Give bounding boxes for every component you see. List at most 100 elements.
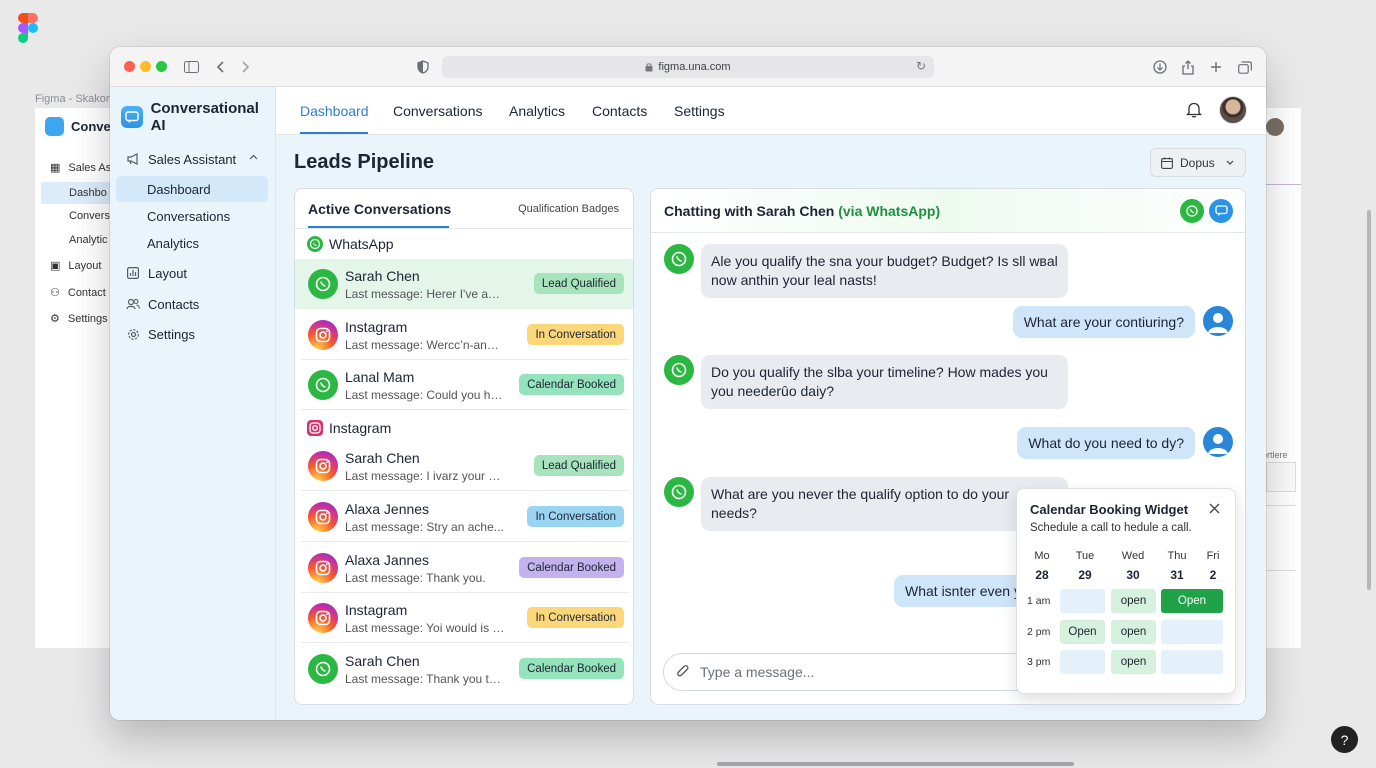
conversation-row[interactable]: Sarah Chen Last message: Herer I've ann.…: [295, 259, 633, 309]
last-message: Last message: Wercc’n-anna...: [345, 338, 505, 352]
background-nav-dashboard: Dashbo: [41, 182, 115, 204]
background-nav-analytics: Analytic: [69, 234, 108, 246]
figma-logo-icon[interactable]: [18, 13, 38, 43]
sidebar-item-dashboard[interactable]: Dashboard: [116, 176, 268, 202]
tab-conversations[interactable]: Conversations: [393, 103, 483, 119]
time-slot[interactable]: [1060, 650, 1105, 674]
time-slot-open[interactable]: open: [1111, 650, 1156, 674]
sidebar-item-analytics[interactable]: Analytics: [116, 230, 268, 256]
tab-analytics[interactable]: Analytics: [509, 103, 565, 119]
paperclip-icon[interactable]: [676, 664, 690, 680]
new-tab-icon[interactable]: [1207, 58, 1225, 76]
conversation-row[interactable]: Sarah Chen Last message: Thank you to ..…: [301, 644, 629, 694]
sidebar-toggle-icon[interactable]: [182, 58, 200, 76]
download-icon[interactable]: [1151, 58, 1169, 76]
time-slot-open[interactable]: open: [1111, 589, 1156, 613]
instagram-avatar-icon: [308, 603, 338, 633]
instagram-avatar-icon: [308, 502, 338, 532]
last-message: Last message: Thank you.: [345, 571, 486, 585]
chat-bubble-icon[interactable]: [1209, 199, 1233, 223]
close-window-button[interactable]: [124, 61, 135, 72]
whatsapp-avatar-icon: [664, 244, 694, 274]
instagram-avatar-icon: [308, 553, 338, 583]
close-icon[interactable]: [1209, 501, 1223, 515]
outgoing-message: What do you need to dy?: [1017, 427, 1195, 459]
sidebar-item-contacts[interactable]: Contacts: [116, 291, 268, 317]
sidebar-item-conversations[interactable]: Conversations: [116, 203, 268, 229]
incoming-message: Do you qualify the slba your timeline? H…: [701, 355, 1068, 409]
chevron-up-icon[interactable]: [249, 152, 258, 163]
horizontal-scrollbar[interactable]: [717, 762, 1074, 766]
background-nav-layout: ▣ Layout: [50, 259, 102, 273]
time-label: 3 pm: [1027, 656, 1051, 668]
status-badge: In Conversation: [527, 506, 624, 527]
status-badge: Lead Qualified: [533, 455, 624, 476]
time-slot-open[interactable]: Open: [1060, 620, 1105, 644]
time-slot[interactable]: [1060, 589, 1105, 613]
list-title[interactable]: Active Conversations: [308, 201, 451, 217]
contact-name: Sarah Chen: [345, 653, 420, 669]
date-label: 29: [1078, 568, 1092, 582]
conversation-row[interactable]: Instagram Last message: Wercc’n-anna... …: [301, 310, 629, 360]
time-slot[interactable]: [1161, 650, 1223, 674]
minimize-window-button[interactable]: [140, 61, 151, 72]
whatsapp-avatar-icon: [308, 370, 338, 400]
conversation-row[interactable]: Alaxa Jannes Last message: Thank you. Ca…: [301, 543, 629, 593]
help-button[interactable]: ?: [1331, 726, 1358, 753]
brand: Conversational AI: [121, 100, 275, 134]
instagram-icon: [307, 420, 323, 436]
time-slot-open-selected[interactable]: Open: [1161, 589, 1223, 613]
qualification-badges-tab[interactable]: Qualification Badges: [518, 203, 619, 215]
forward-icon[interactable]: [237, 58, 255, 76]
whatsapp-avatar-icon: [308, 269, 338, 299]
background-app-title: Conver: [45, 117, 116, 136]
group-instagram: Instagram: [307, 420, 391, 436]
time-label: 2 pm: [1027, 626, 1051, 638]
last-message: Last message: Stry an ache...: [345, 520, 504, 534]
list-tab-indicator: [308, 226, 449, 228]
user-avatar[interactable]: [1219, 96, 1247, 124]
sidebar-item-settings[interactable]: Settings: [116, 321, 268, 347]
whatsapp-icon: [307, 236, 323, 252]
tab-settings[interactable]: Settings: [674, 103, 725, 119]
time-slot[interactable]: [1161, 620, 1223, 644]
conversation-row[interactable]: Instagram Last message: Yoi would is a..…: [301, 593, 629, 643]
message-input[interactable]: [700, 664, 1000, 680]
tab-dashboard[interactable]: Dashboard: [300, 103, 369, 119]
page-title: Leads Pipeline: [294, 151, 435, 173]
period-dropdown[interactable]: Dopus: [1150, 148, 1246, 177]
whatsapp-channel-icon[interactable]: [1180, 199, 1204, 223]
conversation-row[interactable]: Alaxa Jennes Last message: Stry an ache.…: [301, 492, 629, 542]
contact-name: Instagram: [345, 319, 408, 335]
back-icon[interactable]: [211, 58, 229, 76]
active-conversations-panel: Active Conversations Qualification Badge…: [294, 188, 634, 705]
reload-icon[interactable]: ↻: [916, 59, 926, 73]
weekday-label: Tue: [1075, 550, 1095, 562]
share-icon[interactable]: [1179, 58, 1197, 76]
status-badge: Calendar Booked: [519, 557, 624, 578]
bell-icon[interactable]: [1185, 101, 1204, 119]
active-tab-indicator: [300, 132, 368, 134]
vertical-scrollbar[interactable]: [1367, 210, 1371, 590]
date-label: 31: [1170, 568, 1184, 582]
privacy-shield-icon[interactable]: [414, 58, 432, 76]
browser-window: figma.una.com ↻ Conversational AI Sales …: [110, 47, 1266, 720]
sidebar-item-layout[interactable]: Layout: [116, 260, 268, 286]
sidebar-item-sales-assistant[interactable]: Sales Assistant: [116, 146, 268, 172]
chat-bubble-logo-icon: [121, 106, 143, 128]
maximize-window-button[interactable]: [156, 61, 167, 72]
app-container: Conversational AI Sales Assistant Dashbo…: [110, 87, 1266, 720]
list-header: Active Conversations Qualification Badge…: [295, 189, 633, 229]
user-avatar-icon: [1203, 427, 1233, 457]
background-divider: [1266, 184, 1301, 185]
weekday-label: Thu: [1167, 550, 1187, 562]
tab-overview-icon[interactable]: [1236, 58, 1254, 76]
calendar-title: Calendar Booking Widget: [1030, 502, 1189, 517]
conversation-row[interactable]: Lanal Mam Last message: Could you ha... …: [301, 360, 629, 410]
time-slot-open[interactable]: open: [1111, 620, 1156, 644]
conversation-row[interactable]: Sarah Chen Last message: I ivarz your m.…: [301, 441, 629, 491]
tab-contacts[interactable]: Contacts: [592, 103, 647, 119]
status-badge: Calendar Booked: [519, 658, 624, 679]
sidebar: Conversational AI Sales Assistant Dashbo…: [110, 87, 276, 720]
address-bar[interactable]: figma.una.com ↻: [442, 56, 934, 78]
